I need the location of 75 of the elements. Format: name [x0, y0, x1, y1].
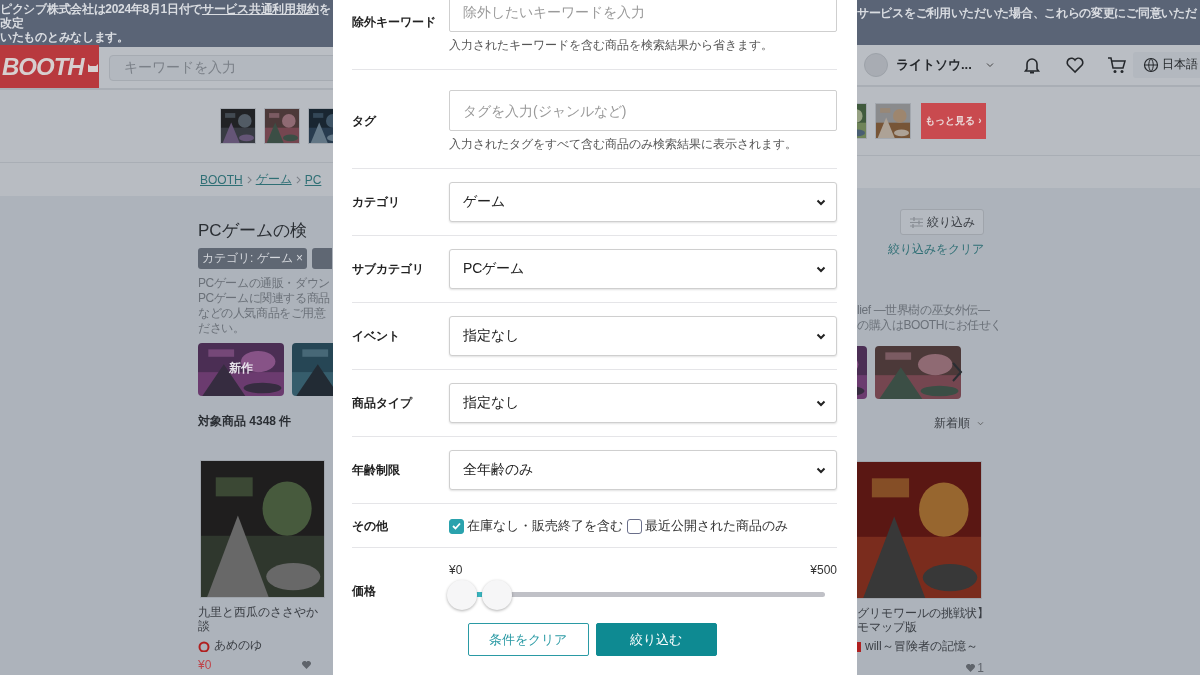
text-field[interactable]: 除外したいキーワードを入力 [449, 0, 837, 32]
caret-icon [816, 265, 826, 273]
text-field[interactable]: タグを入力(ジャンルなど) [449, 90, 837, 131]
dropdown[interactable]: ゲーム [449, 182, 837, 222]
checkbox[interactable] [627, 518, 642, 534]
price: ¥0 [198, 658, 212, 672]
field-label: 除外キーワード [352, 14, 437, 31]
field-label: その他 [352, 517, 389, 535]
language-button[interactable]: 日本語 [1133, 51, 1200, 78]
max-price: ¥500 [810, 563, 837, 577]
breadcrumb-link[interactable]: BOOTH [200, 172, 243, 187]
clear-button[interactable]: 条件をクリア [467, 623, 589, 656]
shop-icon [857, 640, 861, 653]
shop-name[interactable]: あめのゆ [214, 637, 262, 654]
terms-link[interactable]: サービス共通利用規約 [202, 2, 320, 16]
caret-icon [816, 466, 826, 474]
help-text: 入力されたタグをすべて含む商品のみ検索結果に表示されます。 [449, 136, 798, 153]
help-text: 入力されたキーワードを含む商品を検索結果から省きます。 [449, 37, 774, 54]
caret-icon[interactable] [985, 61, 994, 68]
slider-handle[interactable] [482, 580, 512, 610]
check-icon [452, 522, 461, 530]
field-label: 価格 [352, 582, 377, 600]
banner[interactable]: 新作 [198, 343, 284, 396]
field-label: 年齢制限 [352, 461, 401, 479]
product-title[interactable]: 九里と西瓜のささやか [198, 605, 318, 619]
notice-text: サービスをご利用いただいた場合、これらの変更にご同意いただ [857, 6, 1198, 20]
min-price: ¥0 [449, 563, 463, 577]
clear-filters-link[interactable]: 絞り込みをクリア [888, 241, 984, 258]
description-text: ださい。 [198, 321, 246, 336]
description-text: PCゲームの通販・ダウン [198, 276, 330, 291]
checkbox-option[interactable]: 在庫なし・販売終了を含む [449, 517, 623, 535]
checkbox[interactable] [449, 518, 464, 534]
shop-name[interactable]: will～冒険者の記憶～ [865, 638, 978, 655]
result-count: 対象商品 4348 件 [198, 413, 292, 430]
field-label: サブカテゴリ [352, 260, 425, 278]
field-label: タグ [352, 113, 378, 130]
breadcrumb-link[interactable]: ゲーム [255, 171, 292, 188]
product-title[interactable]: モマップ版 [857, 620, 917, 634]
dropdown[interactable]: 全年齢のみ [449, 450, 837, 490]
breadcrumb-link[interactable]: PC [304, 172, 322, 187]
slider-handle[interactable] [447, 580, 477, 610]
like-count: 1 [977, 661, 984, 675]
slider-fill [477, 592, 482, 597]
page-title: PCゲームの検 [198, 220, 307, 242]
dropdown[interactable]: 指定なし [449, 383, 837, 423]
notice-text: いたものとみなします。 [0, 30, 130, 44]
sort-dropdown[interactable]: 新着順 [934, 415, 970, 432]
chevron-icon [295, 175, 301, 184]
description-text: などの人気商品をご用意 [198, 306, 327, 321]
dropdown[interactable]: PCゲーム [449, 249, 837, 289]
product-title[interactable]: グリモワールの挑戦状】 [857, 606, 989, 620]
more-button[interactable]: もっと見る › [921, 102, 986, 139]
field-label: 商品タイプ [352, 394, 414, 412]
shop-icon [198, 639, 210, 652]
filter-button[interactable]: 絞り込み [900, 209, 984, 235]
notice-text: ピクシブ株式会社は2024年8月1日付でサービス共通利用規約を改定 [0, 2, 332, 30]
sliders-icon [909, 216, 923, 228]
heart-icon[interactable] [1064, 54, 1085, 75]
filter-chip[interactable]: カテゴリ: ゲーム × [198, 248, 307, 269]
dropdown[interactable]: 指定なし [449, 316, 837, 356]
user-name[interactable]: ライトソウ... [896, 55, 972, 74]
caret-icon [816, 198, 826, 206]
caret-icon[interactable] [977, 421, 984, 426]
cart-icon[interactable] [1106, 54, 1127, 75]
chevron-icon [246, 175, 252, 184]
description-text: lief —世界樹の巫女外伝— [857, 303, 991, 318]
apply-button[interactable]: 絞り込む [595, 623, 717, 656]
checkbox-option[interactable]: 最近公開された商品のみ [627, 517, 788, 535]
product-title[interactable]: 談 [198, 619, 210, 633]
caret-icon [816, 332, 826, 340]
field-label: カテゴリ [352, 193, 401, 211]
logo[interactable]: BOOTH [0, 45, 99, 88]
globe-icon [1143, 56, 1159, 73]
field-label: イベント [352, 327, 401, 345]
caret-icon [816, 399, 826, 407]
